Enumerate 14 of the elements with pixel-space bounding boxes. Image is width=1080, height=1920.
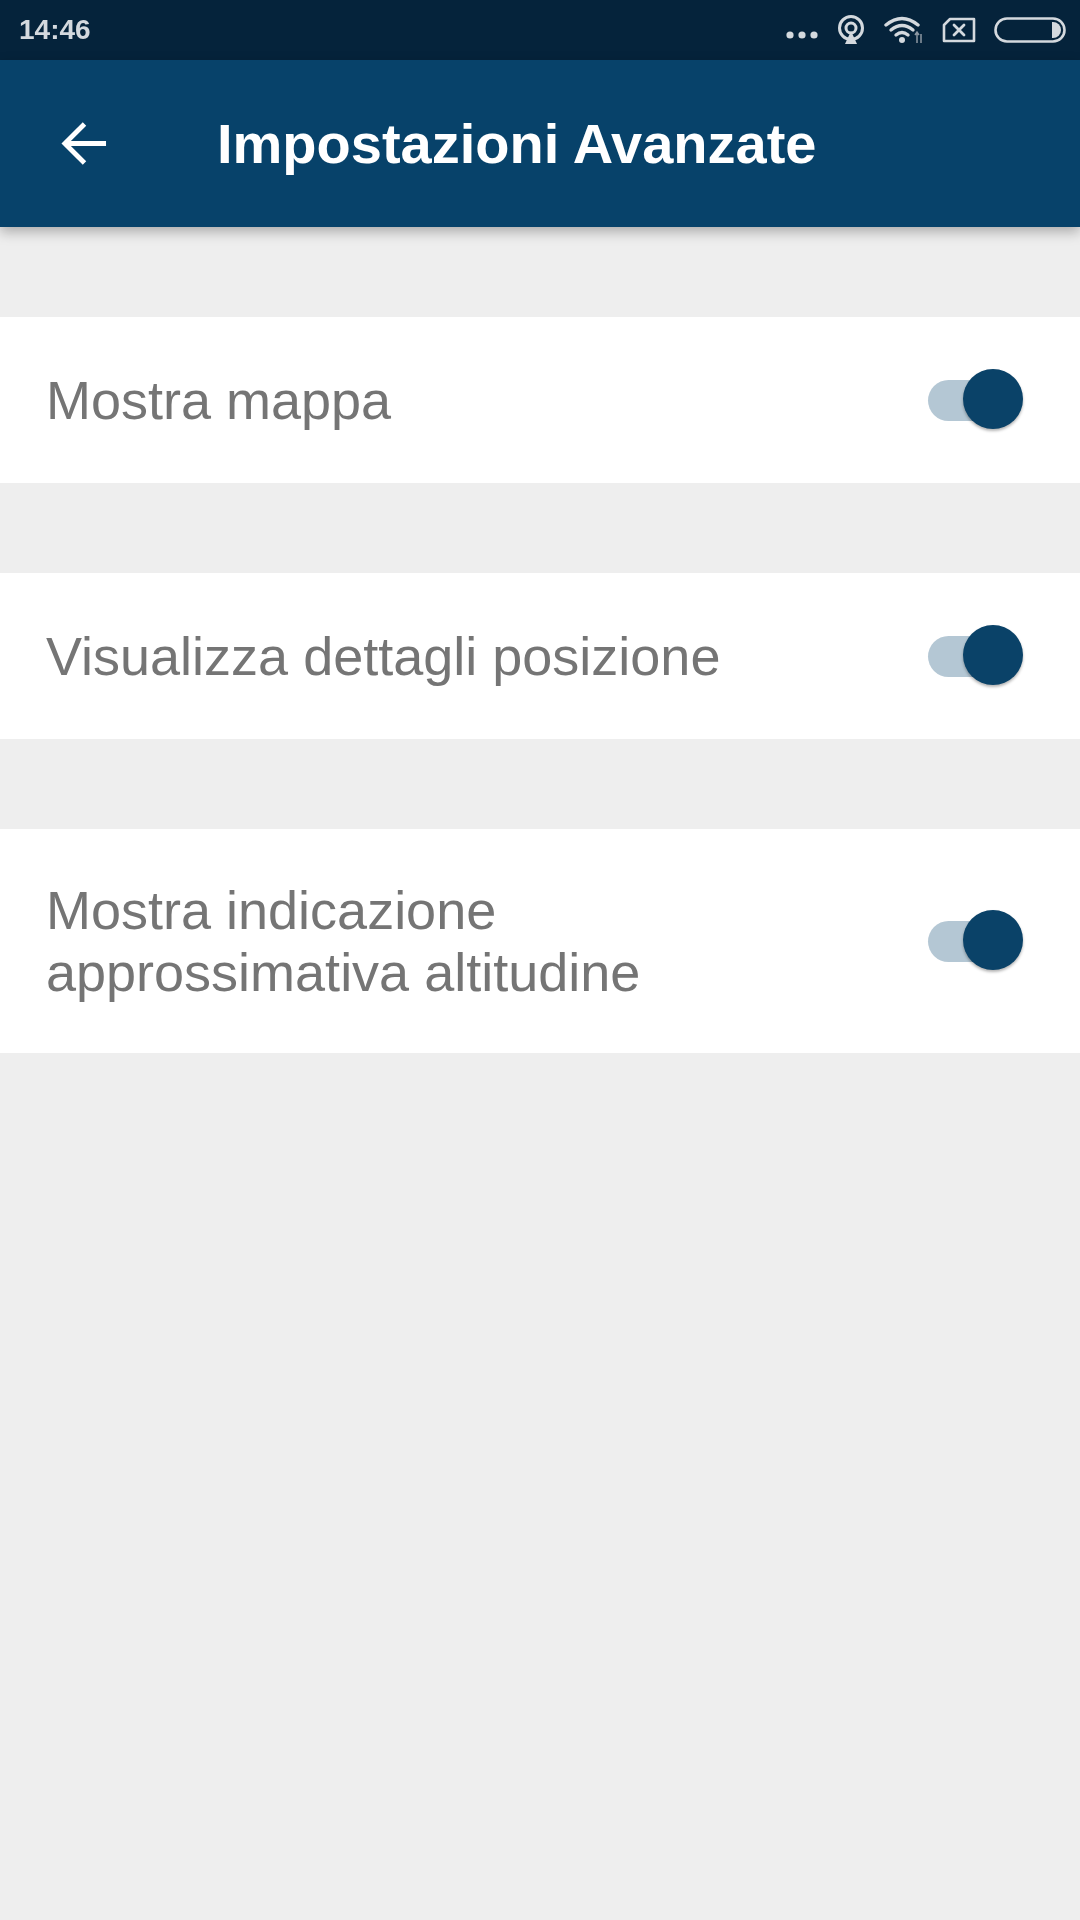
- hotspot-icon: [836, 15, 866, 45]
- screen-title: Impostazioni Avanzate: [217, 110, 817, 177]
- setting-label: Mostra mappa: [46, 369, 393, 431]
- battery-icon: [994, 17, 1066, 43]
- back-arrow-icon[interactable]: [61, 120, 108, 167]
- toggle-switch[interactable]: [928, 910, 1024, 972]
- more-dots-icon: [786, 31, 818, 39]
- status-time: 14:46: [19, 14, 91, 46]
- setting-label: Mostra indicazione approssimativa altitudine: [46, 879, 642, 1003]
- no-sim-icon: [942, 17, 976, 43]
- wifi-icon: [884, 16, 924, 44]
- toggle-switch[interactable]: [928, 369, 1024, 431]
- toggle-switch[interactable]: [928, 625, 1024, 687]
- setting-label: Visualizza dettagli posizione: [46, 625, 722, 687]
